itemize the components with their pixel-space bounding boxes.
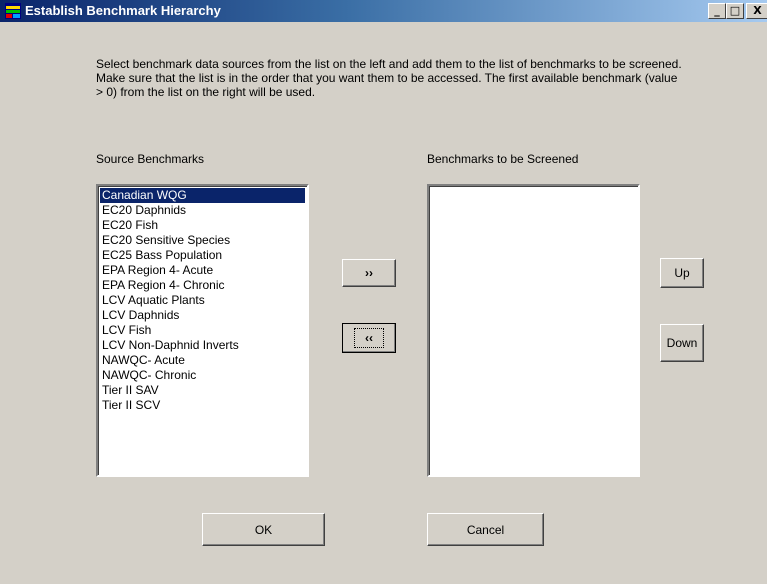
source-list-item[interactable]: EC25 Bass Population [100,248,305,263]
cancel-button[interactable]: Cancel [427,513,544,546]
source-list-item[interactable]: EC20 Daphnids [100,203,305,218]
source-list-item[interactable]: EC20 Sensitive Species [100,233,305,248]
screened-benchmarks-list[interactable] [427,184,640,477]
source-list-item[interactable]: EC20 Fish [100,218,305,233]
cancel-button-label: Cancel [466,522,505,537]
source-list-item[interactable]: NAWQC- Chronic [100,368,305,383]
window-title: Establish Benchmark Hierarchy [25,3,221,18]
title-bar: Establish Benchmark Hierarchy _ □ X [0,0,767,22]
source-list-item[interactable]: NAWQC- Acute [100,353,305,368]
minimize-button[interactable]: _ [708,3,726,19]
source-list-item[interactable]: LCV Aquatic Plants [100,293,305,308]
remove-from-screened-button[interactable]: ‹‹ [342,323,396,353]
source-list-item[interactable]: Tier II SCV [100,398,305,413]
source-list-item[interactable]: EPA Region 4- Acute [100,263,305,278]
move-down-button[interactable]: Down [660,324,704,362]
source-benchmarks-label: Source Benchmarks [96,152,205,166]
up-button-label: Up [674,266,690,280]
source-list-item[interactable]: LCV Non-Daphnid Inverts [100,338,305,353]
source-list-item[interactable]: Canadian WQG [100,188,305,203]
move-up-button[interactable]: Up [660,258,704,288]
ok-button-label: OK [254,522,273,537]
source-list-item[interactable]: EPA Region 4- Chronic [100,278,305,293]
close-button[interactable]: X [746,3,767,19]
remove-button-label: ‹‹ [354,328,384,348]
maximize-button[interactable]: □ [726,3,744,19]
instructions-text: Select benchmark data sources from the l… [96,57,682,99]
source-list-item[interactable]: Tier II SAV [100,383,305,398]
add-to-screened-button[interactable]: ›› [342,259,396,287]
source-list-item[interactable]: LCV Fish [100,323,305,338]
app-window-icon [5,3,21,19]
ok-button[interactable]: OK [202,513,325,546]
screened-benchmarks-label: Benchmarks to be Screened [427,152,579,166]
add-button-label: ›› [365,266,373,280]
source-benchmarks-list[interactable]: Canadian WQG EC20 Daphnids EC20 Fish EC20 S… [96,184,309,477]
source-list-item[interactable]: LCV Daphnids [100,308,305,323]
down-button-label: Down [666,336,698,350]
